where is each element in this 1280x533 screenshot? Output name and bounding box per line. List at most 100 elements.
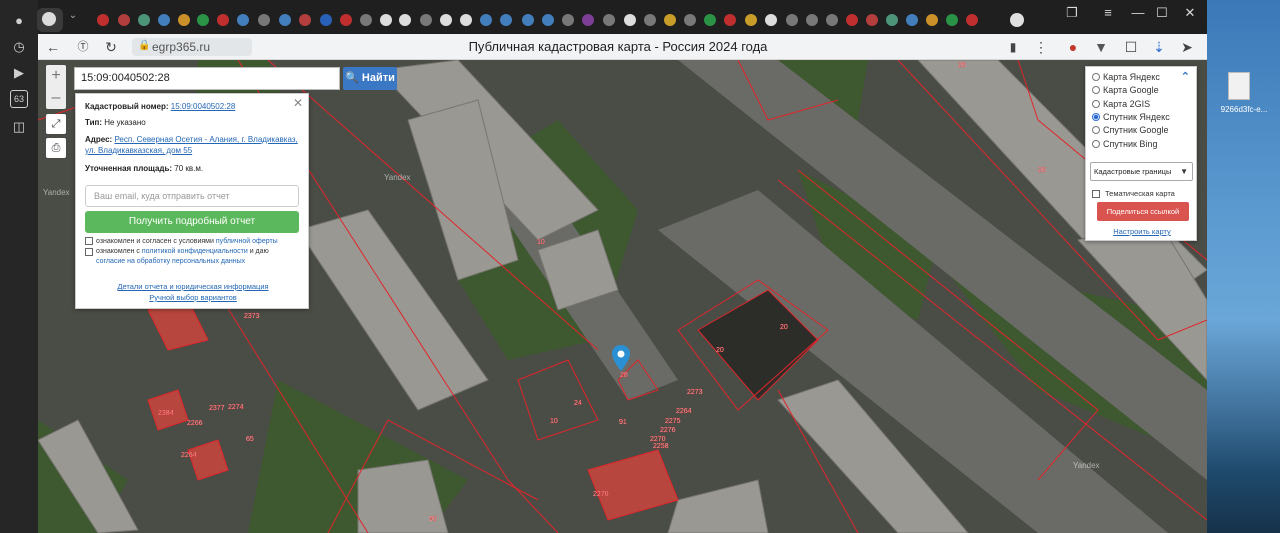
tab-favicon-icon[interactable] (786, 14, 798, 26)
overlay-select[interactable]: Кадастровые границы ▼ (1090, 162, 1193, 181)
play-icon[interactable]: ▶ (10, 64, 28, 82)
close-icon[interactable]: ✕ (293, 96, 303, 110)
tab-favicon-icon[interactable] (886, 14, 898, 26)
tab-favicon-icon[interactable] (399, 14, 411, 26)
radio-icon[interactable] (1092, 112, 1100, 121)
tab-favicon-icon[interactable] (138, 14, 150, 26)
more-icon[interactable]: ⋮ (1032, 38, 1050, 56)
tab-favicon-icon[interactable] (340, 14, 352, 26)
window-menu-icon[interactable]: ≡ (1096, 4, 1120, 22)
parcel-number-label[interactable]: 24 (574, 400, 582, 407)
parcel-number-label[interactable]: 2377 (209, 405, 225, 412)
radio-icon[interactable] (1092, 139, 1100, 148)
cadastral-map[interactable]: 26 26 10 20 20 24 28 10 90 65 91 2273 2264 2275 2276 22… (38, 60, 1207, 533)
layer-option[interactable]: Карта Google (1092, 84, 1159, 96)
tab-favicon-icon[interactable] (237, 14, 249, 26)
history-icon[interactable]: ◷ (10, 38, 28, 56)
lock-icon[interactable]: 🔒 (138, 40, 150, 52)
parcel-number-label[interactable]: 10 (550, 418, 558, 425)
tab-favicon-icon[interactable] (542, 14, 554, 26)
tab-favicon-icon[interactable] (946, 14, 958, 26)
zoom-in-button[interactable]: + (46, 65, 66, 87)
tab-favicon-icon[interactable] (684, 14, 696, 26)
tab-favicon-icon[interactable] (178, 14, 190, 26)
zoom-out-button[interactable]: – (46, 87, 66, 109)
tab-favicon-icon[interactable] (480, 14, 492, 26)
tab-favicon-icon[interactable] (97, 14, 109, 26)
tab-favicon-icon[interactable] (217, 14, 229, 26)
tab-favicon-icon[interactable] (500, 14, 512, 26)
layer-option[interactable]: Спутник Яндекс (1092, 111, 1170, 123)
tab-favicon-icon[interactable] (380, 14, 392, 26)
parcel-number-label[interactable]: 2266 (187, 420, 203, 427)
parcel-number-label[interactable]: 28 (620, 372, 628, 379)
tab-favicon-icon[interactable] (644, 14, 656, 26)
report-details-link[interactable]: Детали отчета и юридическая информация (76, 282, 310, 291)
parcel-number-label[interactable]: 65 (246, 436, 254, 443)
parcel-number-label[interactable]: 91 (619, 419, 627, 426)
tab-favicon-icon[interactable] (664, 14, 676, 26)
parcel-number-label[interactable]: 2270 (650, 436, 666, 443)
parcel-number-label[interactable]: 2273 (687, 389, 703, 396)
bookmark-icon[interactable]: ▮ (1004, 38, 1022, 56)
parcel-number-label[interactable]: 2274 (228, 404, 244, 411)
tab-favicon-icon[interactable] (866, 14, 878, 26)
parcel-number-label[interactable]: 90 (429, 516, 437, 523)
tab-favicon-icon[interactable] (420, 14, 432, 26)
downloads-icon[interactable]: ⇣ (1150, 38, 1168, 56)
cadastral-search-input[interactable]: 15:09:0040502:28 (74, 67, 340, 90)
layer-option[interactable]: Карта 2GIS (1092, 98, 1150, 110)
parcel-number-label[interactable]: 2276 (660, 427, 676, 434)
tab-favicon-icon[interactable] (704, 14, 716, 26)
tab-favicon-icon[interactable] (966, 14, 978, 26)
tab-favicon-icon[interactable] (562, 14, 574, 26)
personal-data-link[interactable]: согласие на обработку персональных данны… (96, 258, 245, 265)
parcel-number-label[interactable]: 2275 (665, 418, 681, 425)
profile-icon[interactable]: ● (10, 12, 28, 30)
tab-favicon-icon[interactable] (460, 14, 472, 26)
tab-favicon-icon[interactable] (765, 14, 777, 26)
cadastral-number-link[interactable]: 15:09:0040502:28 (171, 102, 236, 111)
layer-option[interactable]: Спутник Google (1092, 124, 1168, 136)
print-icon[interactable]: ⎙ (46, 138, 66, 158)
tab-favicon-icon[interactable] (440, 14, 452, 26)
counter-badge[interactable]: 63 (10, 90, 28, 108)
tab-favicon-icon[interactable] (603, 14, 615, 26)
tab-favicon-icon[interactable] (906, 14, 918, 26)
fullscreen-icon[interactable]: ⤢ (46, 114, 66, 134)
notifications-icon[interactable]: ➤ (1178, 38, 1196, 56)
tab-favicon-icon[interactable] (846, 14, 858, 26)
tab-favicon-icon[interactable] (258, 14, 270, 26)
tab-favicon-icon[interactable] (926, 14, 938, 26)
tab-favicon-icon[interactable] (826, 14, 838, 26)
file-icon[interactable] (1228, 72, 1250, 100)
privacy-link[interactable]: политикой конфиденциальности (142, 248, 248, 255)
radio-icon[interactable] (1092, 73, 1100, 81)
new-tab-icon[interactable] (1010, 13, 1024, 27)
configure-map-link[interactable]: Настроить карту (1086, 227, 1198, 236)
parcel-number-label[interactable]: 20 (780, 324, 788, 331)
extension-icon[interactable]: ▼ (1092, 38, 1110, 56)
address-link-line2[interactable]: ул. Владикавказская, дом 55 (85, 146, 192, 155)
parcel-number-label[interactable]: 26 (958, 62, 966, 69)
manual-selection-link[interactable]: Ручной выбор вариантов (76, 293, 310, 302)
parcel-number-label[interactable]: 2258 (653, 443, 669, 450)
tab-favicon-icon[interactable] (158, 14, 170, 26)
radio-icon[interactable] (1092, 126, 1100, 135)
tab-favicon-icon[interactable] (320, 14, 332, 26)
tab-favicon-icon[interactable] (299, 14, 311, 26)
file-label[interactable]: 9266d3fc-e... (1212, 105, 1276, 114)
tab-favicon-icon[interactable] (118, 14, 130, 26)
parcel-number-label[interactable]: 2264 (676, 408, 692, 415)
collections-icon[interactable]: ☐ (1122, 38, 1140, 56)
reload-icon[interactable]: ↻ (102, 38, 120, 56)
url-text[interactable]: egrp365.ru (152, 40, 210, 54)
search-button[interactable]: 🔍 Найти (343, 67, 397, 90)
tab-favicon-icon[interactable] (624, 14, 636, 26)
tab-favicon-icon[interactable] (197, 14, 209, 26)
layer-option[interactable]: Карта Яндекс (1092, 71, 1160, 83)
extension-icon[interactable]: ● (1064, 38, 1082, 56)
privacy-consent-checkbox[interactable] (85, 248, 93, 256)
radio-icon[interactable] (1092, 86, 1100, 95)
tab-favicon-icon[interactable] (745, 14, 757, 26)
